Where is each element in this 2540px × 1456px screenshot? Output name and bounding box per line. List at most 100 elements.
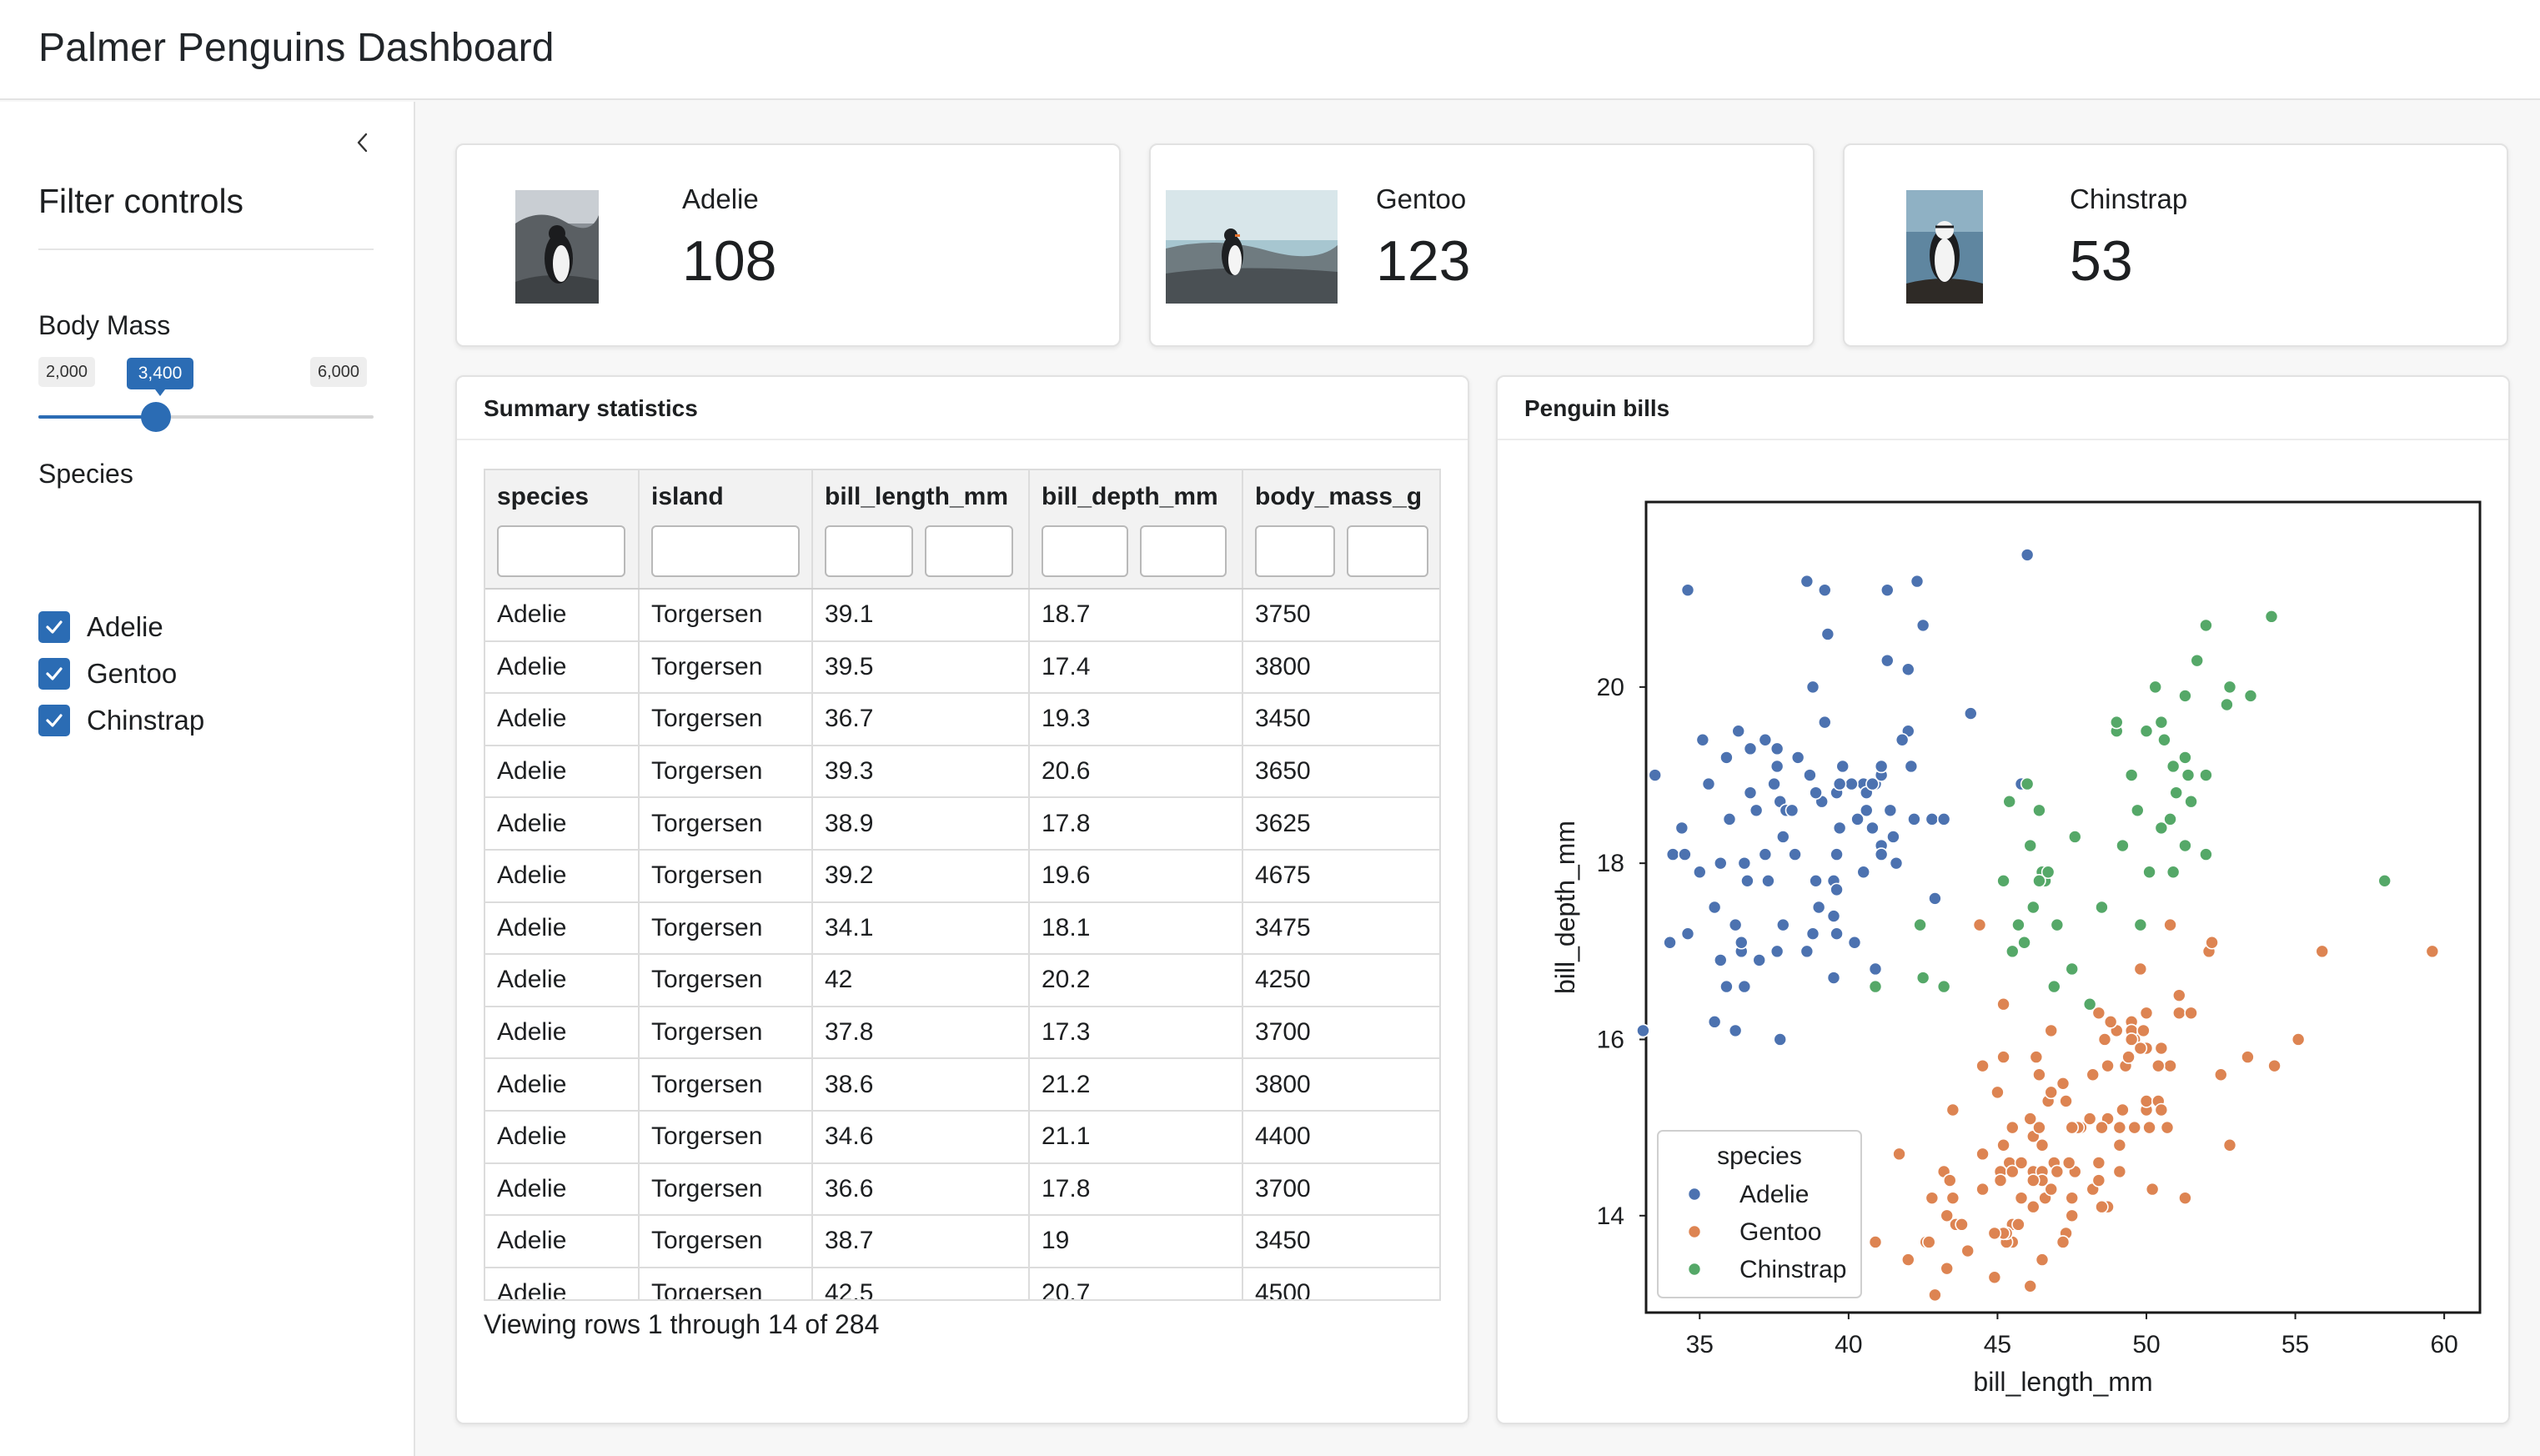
data-point-adelie (1800, 944, 1815, 959)
data-point-adelie (1850, 812, 1865, 826)
body-mass-min-input[interactable] (1255, 525, 1335, 577)
column-header-island[interactable]: island (639, 470, 813, 520)
data-point-gentoo (2023, 1279, 2038, 1293)
data-point-gentoo (1972, 917, 1987, 932)
bill-length-max-input[interactable] (925, 525, 1013, 577)
filter-cell (1029, 520, 1243, 590)
data-point-chinstrap (2166, 759, 2181, 774)
table-row[interactable]: Adelie Torgersen 42 20.2 4250 (485, 954, 1439, 1007)
data-point-adelie (1865, 776, 1880, 791)
value-box-count: 53 (2070, 229, 2133, 293)
data-point-adelie (1636, 1023, 1650, 1038)
species-filter-input[interactable] (497, 525, 625, 577)
bill-length-min-input[interactable] (825, 525, 913, 577)
data-point-adelie (1761, 874, 1775, 888)
table-cell-bill_depth_mm: 17.4 (1029, 640, 1243, 695)
data-point-adelie (1674, 821, 1689, 836)
data-point-gentoo (1993, 1173, 2008, 1187)
y-tick-label: 14 (1597, 1202, 1624, 1230)
data-point-adelie (1900, 662, 1915, 677)
data-point-chinstrap (2025, 900, 2041, 915)
bill-depth-max-input[interactable] (1140, 525, 1227, 577)
table-cell-species: Adelie (485, 901, 640, 956)
data-point-gentoo (2032, 1067, 2046, 1082)
data-point-adelie (1749, 803, 1764, 818)
x-tick-label: 35 (1686, 1331, 1714, 1358)
table-cell-species: Adelie (485, 954, 640, 1007)
species-option-chinstrap[interactable]: Chinstrap (38, 704, 204, 737)
data-point-adelie (1773, 1032, 1788, 1047)
table-cell-body_mass_g: 3450 (1242, 1215, 1439, 1268)
table-row[interactable]: Adelie Torgersen 42.5 20.7 4500 (485, 1267, 1439, 1299)
data-point-gentoo (2044, 1085, 2059, 1100)
data-point-adelie (1743, 786, 1758, 800)
table-cell-bill_length_mm: 38.9 (812, 797, 1030, 851)
checkbox-checked-icon[interactable] (38, 705, 70, 736)
data-point-adelie (1865, 821, 1880, 836)
data-point-adelie (1678, 847, 1692, 861)
data-point-adelie (1701, 776, 1716, 791)
column-header-body-mass[interactable]: body_mass_g (1242, 470, 1439, 520)
sidebar: Filter controls Body Mass 2,000 3,400 6,… (0, 102, 415, 1456)
checkbox-checked-icon[interactable] (38, 611, 70, 643)
table-cell-species: Adelie (485, 1006, 640, 1060)
data-point-adelie (1830, 847, 1844, 861)
column-header-species[interactable]: species (485, 470, 640, 520)
data-point-adelie (1817, 715, 1832, 730)
table-cell-body_mass_g: 3800 (1242, 640, 1439, 695)
data-point-gentoo (2032, 1120, 2046, 1135)
summary-table: species island bill_length_mm bill_depth… (485, 470, 1439, 1299)
data-point-gentoo (2014, 1191, 2029, 1205)
table-row[interactable]: Adelie Torgersen 36.7 19.3 3450 (485, 693, 1439, 746)
table-cell-bill_depth_mm: 20.7 (1029, 1267, 1243, 1299)
data-point-gentoo (2151, 1058, 2166, 1073)
bill-depth-min-input[interactable] (1042, 525, 1128, 577)
chevron-left-icon[interactable] (344, 123, 382, 162)
body-mass-max-input[interactable] (1347, 525, 1428, 577)
table-body: Adelie Torgersen 39.1 18.7 3750 Adelie Torgers… (485, 589, 1439, 1299)
data-point-adelie (1767, 776, 1781, 791)
data-point-gentoo (2101, 1058, 2115, 1073)
data-point-adelie (1790, 751, 1805, 765)
table-cell-body_mass_g: 3625 (1242, 797, 1439, 851)
data-point-gentoo (1975, 1182, 1990, 1197)
sidebar-divider (38, 249, 374, 250)
table-row[interactable]: Adelie Torgersen 38.7 19 3450 (485, 1215, 1439, 1268)
island-filter-input[interactable] (651, 525, 800, 577)
data-point-gentoo (1996, 1050, 2010, 1064)
table-row[interactable]: Adelie Torgersen 36.6 17.8 3700 (485, 1162, 1439, 1217)
sidebar-title: Filter controls (38, 182, 244, 220)
table-row[interactable]: Adelie Torgersen 37.8 17.3 3700 (485, 1006, 1439, 1060)
table-cell-body_mass_g: 3475 (1242, 901, 1439, 956)
table-row[interactable]: Adelie Torgersen 39.2 19.6 4675 (485, 849, 1439, 903)
data-point-gentoo (2025, 1173, 2041, 1187)
body-mass-slider-thumb[interactable] (140, 402, 171, 432)
checkbox-checked-icon[interactable] (38, 658, 70, 690)
table-row[interactable]: Adelie Torgersen 39.3 20.6 3650 (485, 745, 1439, 799)
column-header-bill-length[interactable]: bill_length_mm (812, 470, 1030, 520)
data-point-chinstrap (2178, 689, 2192, 703)
data-point-gentoo (2035, 1137, 2050, 1152)
table-row[interactable]: Adelie Torgersen 39.5 17.4 3800 (485, 640, 1439, 695)
data-point-adelie (1713, 856, 1728, 871)
table-cell-island: Torgersen (639, 745, 813, 799)
table-row[interactable]: Adelie Torgersen 39.1 18.7 3750 (485, 589, 1439, 642)
column-header-bill-depth[interactable]: bill_depth_mm (1029, 470, 1243, 520)
data-point-chinstrap (1915, 971, 1930, 985)
species-option-gentoo[interactable]: Gentoo (38, 657, 177, 690)
x-axis-label: bill_length_mm (1973, 1367, 2152, 1397)
table-row[interactable]: Adelie Torgersen 34.1 18.1 3475 (485, 901, 1439, 956)
data-point-gentoo (1945, 1102, 1960, 1117)
data-point-gentoo (1996, 997, 2010, 1012)
data-point-gentoo (2124, 1032, 2139, 1047)
data-point-adelie (1820, 627, 1835, 641)
table-row[interactable]: Adelie Torgersen 38.9 17.8 3625 (485, 797, 1439, 851)
table-row[interactable]: Adelie Torgersen 34.6 21.1 4400 (485, 1110, 1439, 1164)
data-point-adelie (1874, 759, 1889, 774)
table-pagination-summary: Viewing rows 1 through 14 of 284 (484, 1309, 880, 1339)
table-row[interactable]: Adelie Torgersen 38.6 21.2 3800 (485, 1058, 1439, 1112)
data-point-adelie (1800, 574, 1815, 589)
data-point-adelie (1817, 583, 1832, 597)
species-option-adelie[interactable]: Adelie (38, 610, 163, 644)
table-cell-bill_length_mm: 39.1 (812, 589, 1030, 642)
